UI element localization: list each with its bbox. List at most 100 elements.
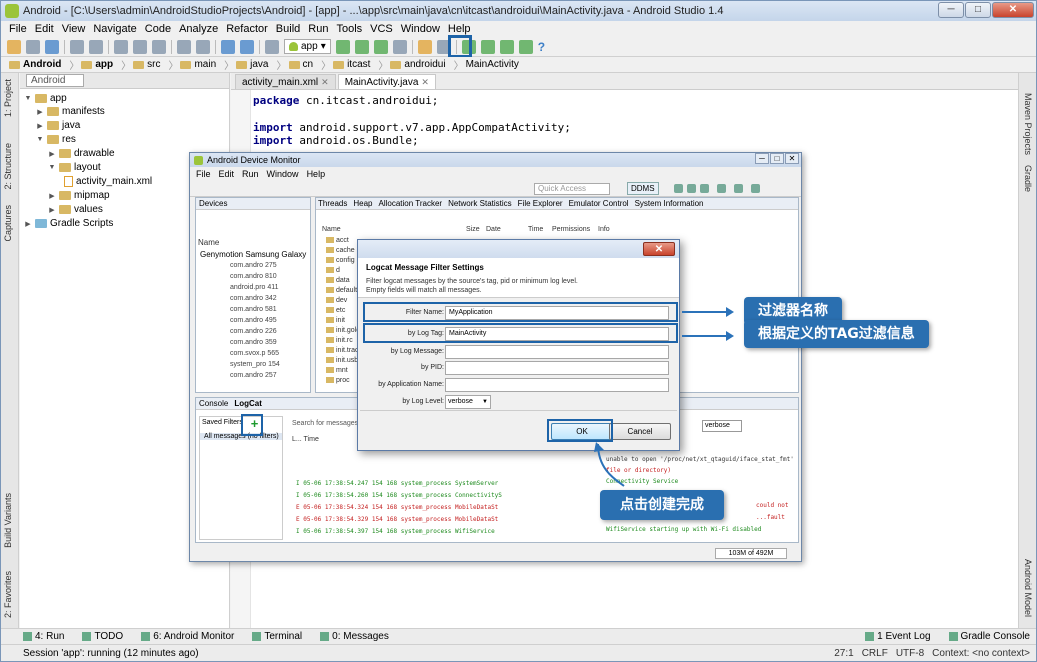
- sync-icon[interactable]: [45, 39, 59, 54]
- tab-threads[interactable]: Threads: [318, 198, 347, 209]
- tab-emulator-control[interactable]: Emulator Control: [569, 198, 629, 209]
- tool-tab-favorites[interactable]: 2: Favorites: [3, 571, 13, 618]
- tab-heap[interactable]: Heap: [353, 198, 372, 209]
- tab-logcat[interactable]: LogCat: [234, 398, 262, 409]
- adm-menu-file[interactable]: File: [196, 169, 211, 179]
- tool-tab-structure[interactable]: 2: Structure: [3, 143, 13, 190]
- screen-capture-icon[interactable]: [734, 184, 743, 193]
- adm-close-button[interactable]: ✕: [785, 153, 799, 164]
- tree-item[interactable]: ▶ java: [36, 120, 80, 131]
- file-row[interactable]: init.rc: [326, 337, 353, 344]
- memory-indicator[interactable]: 103M of 492M: [715, 548, 787, 559]
- adm-maximize-button[interactable]: □: [770, 153, 784, 164]
- line-separator[interactable]: CRLF: [862, 648, 888, 659]
- tool-run[interactable]: 4: Run: [23, 631, 64, 642]
- menu-view[interactable]: View: [62, 23, 86, 35]
- process-row[interactable]: com.andro 495: [230, 317, 277, 324]
- cut-icon[interactable]: [114, 39, 128, 54]
- breadcrumb-item[interactable]: app: [81, 59, 119, 70]
- tool-gradle-console[interactable]: Gradle Console: [948, 631, 1030, 642]
- file-row[interactable]: proc: [326, 377, 350, 384]
- run-icon[interactable]: [335, 39, 350, 54]
- process-row[interactable]: system_pro 154: [230, 361, 280, 368]
- dialog-close-button[interactable]: ✕: [643, 242, 675, 256]
- tool-tab-captures[interactable]: Captures: [3, 205, 13, 242]
- process-row[interactable]: com.andro 275: [230, 262, 277, 269]
- tool-messages[interactable]: 0: Messages: [320, 631, 389, 642]
- devices-tab[interactable]: Devices: [196, 198, 310, 210]
- debug-icon[interactable]: [354, 39, 369, 54]
- process-row[interactable]: com.svox.p 565: [230, 350, 279, 357]
- menu-file[interactable]: File: [9, 23, 27, 35]
- log-line[interactable]: I 05-06 17:38:54.397 154 168 system_proc…: [296, 528, 495, 535]
- file-row[interactable]: data: [326, 277, 350, 284]
- menu-edit[interactable]: Edit: [35, 23, 54, 35]
- cancel-button[interactable]: Cancel: [609, 423, 671, 440]
- caret-position[interactable]: 27:1: [834, 648, 853, 659]
- breadcrumb-item[interactable]: main: [180, 59, 222, 70]
- adm-menu-window[interactable]: Window: [267, 169, 299, 179]
- tree-item[interactable]: ▶ Gradle Scripts: [24, 218, 113, 229]
- tool-terminal[interactable]: Terminal: [252, 631, 302, 642]
- hierarchy-icon[interactable]: [674, 184, 683, 193]
- tab-console[interactable]: Console: [199, 398, 228, 409]
- replace-icon[interactable]: [196, 39, 210, 54]
- stop-icon[interactable]: [392, 39, 407, 54]
- open-icon[interactable]: [7, 39, 21, 54]
- close-tab-icon[interactable]: ✕: [421, 77, 429, 88]
- col-info[interactable]: Info: [598, 226, 610, 233]
- sdk-manager-icon[interactable]: [499, 39, 514, 54]
- breadcrumb-item[interactable]: itcast: [333, 59, 376, 70]
- process-row[interactable]: com.andro 810: [230, 273, 277, 280]
- file-row[interactable]: acct: [326, 237, 349, 244]
- run-config-select[interactable]: app ▾: [284, 39, 331, 54]
- log-line[interactable]: I 05-06 17:38:54.247 154 168 system_proc…: [296, 480, 498, 487]
- menu-navigate[interactable]: Navigate: [93, 23, 136, 35]
- process-row[interactable]: com.andro 581: [230, 306, 277, 313]
- make-project-icon[interactable]: [265, 39, 279, 54]
- menu-analyze[interactable]: Analyze: [179, 23, 218, 35]
- project-structure-icon[interactable]: [417, 39, 432, 54]
- file-row[interactable]: default: [326, 287, 357, 294]
- tree-item[interactable]: ▶ manifests: [36, 106, 105, 117]
- menu-tools[interactable]: Tools: [336, 23, 362, 35]
- col-size[interactable]: Size: [466, 226, 480, 233]
- tab-network-statistics[interactable]: Network Statistics: [448, 198, 512, 209]
- tree-item[interactable]: ▶ mipmap: [48, 190, 109, 201]
- dump-icon[interactable]: [717, 184, 726, 193]
- adm-minimize-button[interactable]: ─: [755, 153, 769, 164]
- tab-system-information[interactable]: System Information: [635, 198, 704, 209]
- tool-tab-android-model[interactable]: Android Model: [1023, 559, 1033, 617]
- breadcrumb-item[interactable]: src: [133, 59, 166, 70]
- file-row[interactable]: init: [326, 317, 345, 324]
- minimize-button[interactable]: ─: [938, 2, 964, 18]
- ddms-perspective-button[interactable]: DDMS: [627, 182, 659, 195]
- avd-manager-icon[interactable]: [480, 39, 495, 54]
- file-row[interactable]: mnt: [326, 367, 348, 374]
- file-row[interactable]: etc: [326, 307, 345, 314]
- col-name[interactable]: Name: [322, 226, 341, 233]
- file-row[interactable]: d: [326, 267, 340, 274]
- menu-refactor[interactable]: Refactor: [226, 23, 268, 35]
- tool-tab-project[interactable]: 1: Project: [3, 79, 13, 117]
- tree-item[interactable]: ▶ drawable: [48, 148, 114, 159]
- tree-item[interactable]: ▼ res: [36, 134, 76, 145]
- log-line[interactable]: E 05-06 17:38:54.324 154 168 system_proc…: [296, 504, 498, 511]
- log-line[interactable]: I 05-06 17:38:54.260 154 168 system_proc…: [296, 492, 502, 499]
- close-button[interactable]: ✕: [992, 2, 1034, 18]
- settings-icon[interactable]: [751, 184, 760, 193]
- breadcrumb-item[interactable]: cn: [288, 59, 320, 70]
- maximize-button[interactable]: □: [965, 2, 991, 18]
- tool-android-monitor[interactable]: 6: Android Monitor: [141, 631, 234, 642]
- process-row[interactable]: com.andro 342: [230, 295, 277, 302]
- redo-icon[interactable]: [89, 39, 103, 54]
- breadcrumb-item[interactable]: java: [236, 59, 274, 70]
- tool-tab-build-variants[interactable]: Build Variants: [3, 493, 13, 548]
- file-row[interactable]: init.usb: [326, 357, 358, 364]
- log-level-select[interactable]: verbose: [702, 420, 742, 432]
- tab-main-activity-java[interactable]: MainActivity.java ✕: [337, 74, 436, 89]
- app-name-field[interactable]: [445, 378, 669, 392]
- log-line[interactable]: E 05-06 17:38:54.329 154 168 system_proc…: [296, 516, 498, 523]
- menu-build[interactable]: Build: [276, 23, 300, 35]
- quick-access-input[interactable]: Quick Access: [534, 183, 610, 195]
